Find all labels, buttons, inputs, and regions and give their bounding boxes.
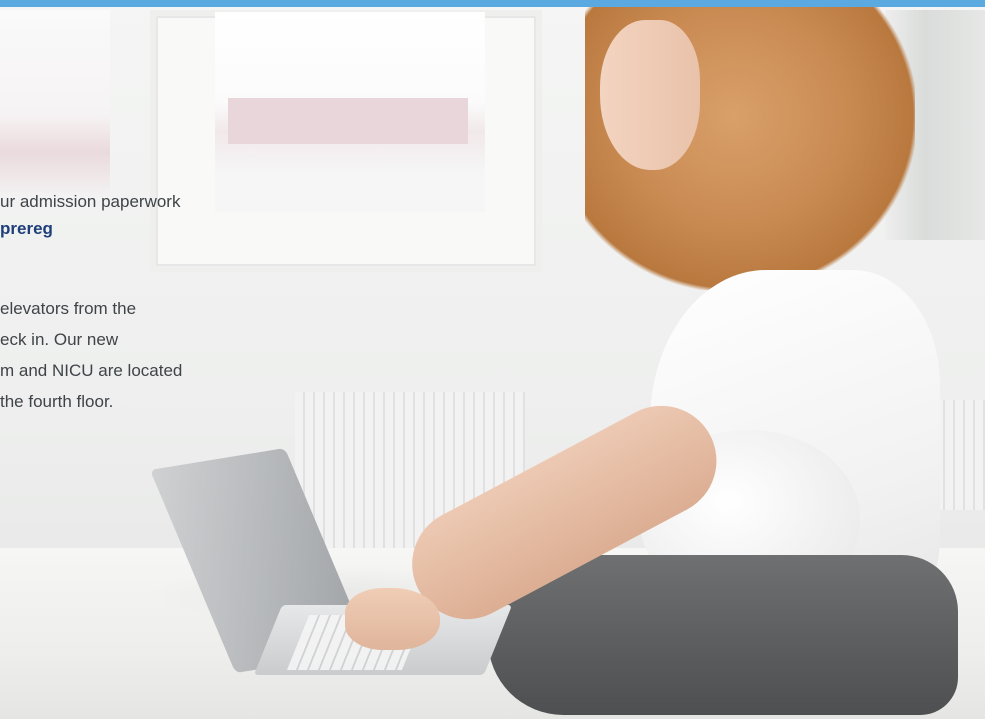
person-legs — [488, 555, 958, 715]
paragraph-directions: elevators from the eck in. Our new m and… — [0, 293, 300, 417]
directions-line-3: m and NICU are located — [0, 361, 183, 380]
admission-copy: ur admission paperwork prereg elevators … — [0, 188, 300, 417]
prereg-link[interactable]: prereg — [0, 215, 300, 242]
window-left — [0, 10, 110, 200]
directions-line-4: the fourth floor. — [0, 392, 114, 411]
directions-line-1: elevators from the — [0, 299, 137, 318]
accent-bar — [0, 0, 985, 7]
person-hand — [345, 588, 440, 650]
paragraph-prereg: ur admission paperwork prereg — [0, 188, 300, 242]
window-reflection — [228, 98, 468, 144]
person-face — [600, 20, 700, 170]
admission-paperwork-text: ur admission paperwork — [0, 192, 181, 211]
directions-line-2: eck in. Our new — [0, 330, 119, 349]
